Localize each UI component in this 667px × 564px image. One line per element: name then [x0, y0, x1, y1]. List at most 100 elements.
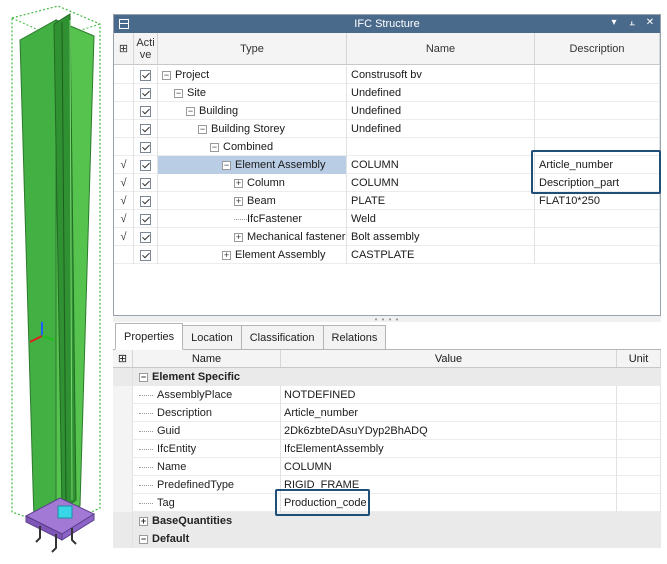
collapse-icon[interactable]: − [198, 124, 207, 134]
type-cell: + Element Assembly [158, 246, 347, 264]
row-mark: √ [114, 210, 134, 228]
ifc-tree-row[interactable]: √ + Mechanical fastener Bolt assembly [114, 228, 660, 246]
panel-title: IFC Structure [354, 18, 420, 30]
description-cell[interactable] [535, 84, 660, 102]
header-type[interactable]: Type [158, 33, 347, 64]
property-group[interactable]: + BaseQuantities [113, 512, 661, 530]
description-cell[interactable] [535, 102, 660, 120]
active-checkbox[interactable] [140, 141, 151, 153]
header-prop-unit[interactable]: Unit [617, 350, 661, 367]
model-viewport[interactable] [0, 0, 112, 564]
property-name: Tag [157, 497, 175, 509]
tab-classification[interactable]: Classification [240, 325, 324, 349]
expand-icon[interactable]: + [234, 232, 243, 242]
active-checkbox[interactable] [140, 177, 151, 189]
name-cell[interactable]: COLUMN [347, 156, 535, 174]
active-checkbox[interactable] [140, 213, 151, 225]
active-checkbox[interactable] [140, 123, 151, 135]
expand-icon[interactable]: + [139, 516, 148, 526]
ifc-tree-row[interactable]: − Building Undefined [114, 102, 660, 120]
pin-icon[interactable]: ⫠ [626, 17, 638, 28]
name-cell[interactable]: Weld [347, 210, 535, 228]
active-checkbox[interactable] [140, 105, 151, 117]
active-checkbox[interactable] [140, 159, 151, 171]
group-header[interactable]: + BaseQuantities [133, 512, 661, 530]
name-cell[interactable]: Undefined [347, 102, 535, 120]
property-row[interactable]: PredefinedType RIGID_FRAME [113, 476, 661, 494]
name-cell[interactable]: CASTPLATE [347, 246, 535, 264]
property-value[interactable]: 2Dk6zbteDAsuYDyp2BhADQ [281, 422, 617, 440]
active-cell [134, 174, 158, 192]
property-row[interactable]: AssemblyPlace NOTDEFINED [113, 386, 661, 404]
row-mark [114, 138, 134, 156]
expand-icon[interactable]: + [234, 196, 243, 206]
name-cell[interactable]: COLUMN [347, 174, 535, 192]
column-chooser-icon[interactable]: ⊞ [114, 33, 134, 64]
ifc-grid-header: ⊞ Active Type Name Description [114, 33, 660, 65]
name-cell[interactable]: Bolt assembly [347, 228, 535, 246]
ifc-tree-row[interactable]: − Building Storey Undefined [114, 120, 660, 138]
collapse-icon[interactable]: − [139, 534, 148, 544]
active-checkbox[interactable] [140, 249, 151, 261]
collapse-icon[interactable]: − [210, 142, 219, 152]
column-chooser-icon[interactable]: ⊞ [113, 350, 133, 367]
property-group[interactable]: − Element Specific [113, 368, 661, 386]
description-cell[interactable]: FLAT10*250 [535, 192, 660, 210]
property-value[interactable]: COLUMN [281, 458, 617, 476]
header-prop-name[interactable]: Name [133, 350, 281, 367]
name-cell[interactable]: PLATE [347, 192, 535, 210]
name-cell[interactable]: Undefined [347, 84, 535, 102]
name-cell[interactable]: Construsoft bv [347, 66, 535, 84]
ifc-tree-row[interactable]: − Project Construsoft bv [114, 66, 660, 84]
active-checkbox[interactable] [140, 69, 151, 81]
description-cell[interactable] [535, 210, 660, 228]
description-cell[interactable] [535, 228, 660, 246]
property-row[interactable]: Guid 2Dk6zbteDAsuYDyp2BhADQ [113, 422, 661, 440]
header-active[interactable]: Active [134, 33, 158, 64]
tab-properties[interactable]: Properties [115, 323, 184, 350]
property-row[interactable]: Description Article_number [113, 404, 661, 422]
tab-location[interactable]: Location [182, 325, 242, 349]
name-cell[interactable]: Undefined [347, 120, 535, 138]
group-header[interactable]: − Element Specific [133, 368, 661, 386]
name-cell[interactable] [347, 138, 535, 156]
header-description[interactable]: Description [535, 33, 660, 64]
tab-relations[interactable]: Relations [322, 325, 387, 349]
row-mark: √ [114, 156, 134, 174]
collapse-icon[interactable]: − [139, 372, 148, 382]
ifc-tree-row[interactable]: − Site Undefined [114, 84, 660, 102]
property-name-cell: Name [133, 458, 281, 476]
property-value[interactable]: NOTDEFINED [281, 386, 617, 404]
collapse-icon[interactable]: − [162, 70, 171, 80]
property-group[interactable]: − Default [113, 530, 661, 548]
collapse-icon[interactable]: − [174, 88, 183, 98]
type-label: Beam [247, 195, 276, 207]
expand-icon[interactable]: + [234, 178, 243, 188]
description-cell[interactable] [535, 246, 660, 264]
group-header[interactable]: − Default [133, 530, 661, 548]
property-row[interactable]: Name COLUMN [113, 458, 661, 476]
type-label: Building [199, 105, 239, 117]
collapse-icon[interactable]: − [186, 106, 195, 116]
description-cell[interactable] [535, 120, 660, 138]
active-checkbox[interactable] [140, 231, 151, 243]
property-unit [617, 440, 661, 458]
property-value[interactable]: Article_number [281, 404, 617, 422]
description-cell[interactable] [535, 66, 660, 84]
property-value[interactable]: IfcElementAssembly [281, 440, 617, 458]
active-checkbox[interactable] [140, 87, 151, 99]
header-name[interactable]: Name [347, 33, 535, 64]
ifc-tree-row[interactable]: + Element Assembly CASTPLATE [114, 246, 660, 264]
active-checkbox[interactable] [140, 195, 151, 207]
expand-icon[interactable]: + [222, 250, 231, 260]
ifc-tree-row[interactable]: √ IfcFastener Weld [114, 210, 660, 228]
collapse-icon[interactable]: − [222, 160, 231, 170]
property-row[interactable]: Tag Production_code [113, 494, 661, 512]
header-prop-value[interactable]: Value [281, 350, 617, 367]
dropdown-icon[interactable]: ▾ [608, 17, 620, 28]
ifc-tree-row[interactable]: √ + Beam PLATE FLAT10*250 [114, 192, 660, 210]
close-icon[interactable]: ✕ [644, 17, 656, 28]
type-cell: IfcFastener [158, 210, 347, 228]
property-name: Name [157, 461, 187, 473]
property-row[interactable]: IfcEntity IfcElementAssembly [113, 440, 661, 458]
